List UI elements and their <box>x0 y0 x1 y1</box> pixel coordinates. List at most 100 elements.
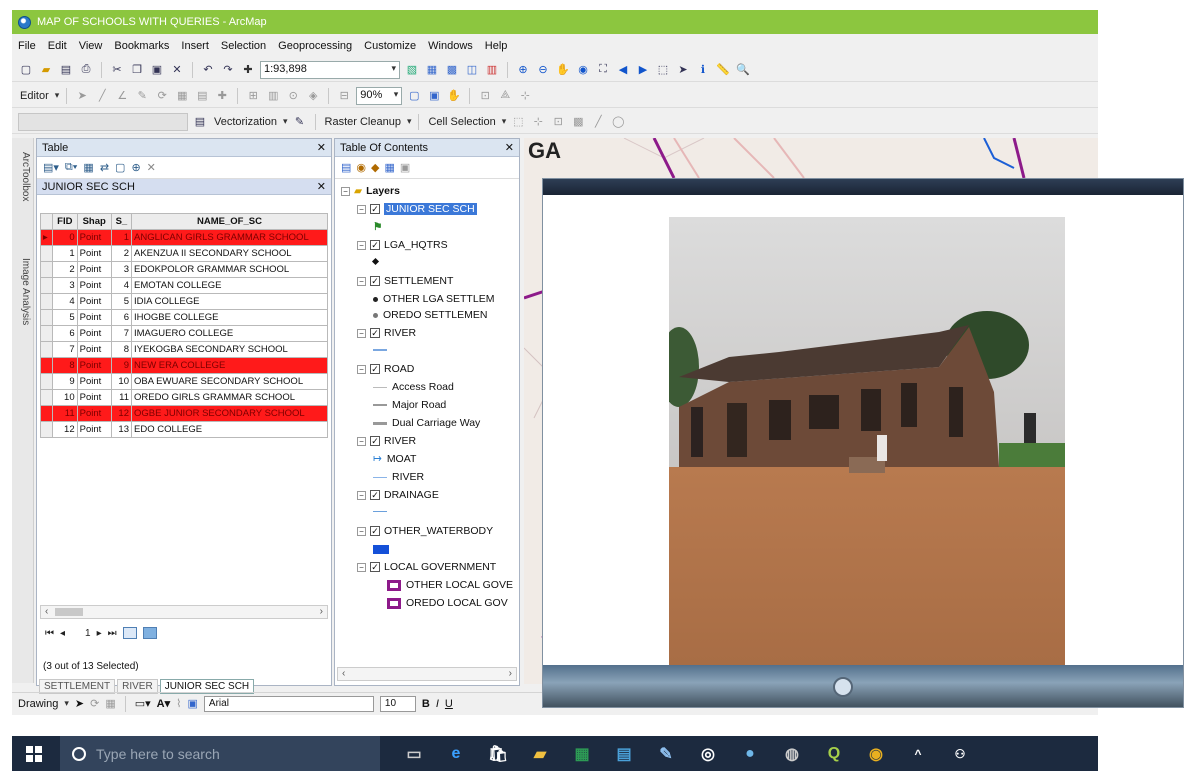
table-of-contents-icon[interactable]: ▦ <box>424 62 440 78</box>
toc-layer-label[interactable]: LGA_HQTRS <box>384 239 448 251</box>
create-features-icon[interactable]: ✚ <box>214 88 230 104</box>
toc-horizontal-scrollbar[interactable]: ‹ › <box>337 667 517 681</box>
line-tool-icon[interactable]: ╱ <box>590 114 606 130</box>
collapse-icon[interactable]: − <box>357 526 366 536</box>
drawing-menu[interactable]: Drawing <box>18 698 58 710</box>
toc-layer-other-waterbody[interactable]: − ✓ OTHER_WATERBODY <box>357 525 493 537</box>
table-options-icon[interactable]: ▤▾ <box>43 161 59 174</box>
menu-geoprocessing[interactable]: Geoprocessing <box>278 40 352 52</box>
row-selector[interactable] <box>40 293 53 310</box>
layout-zoom-icon[interactable]: ▣ <box>426 88 442 104</box>
toc-root-layers[interactable]: − ▰ Layers <box>341 185 400 197</box>
new-document-icon[interactable]: ▢ <box>18 62 34 78</box>
layout-page-icon[interactable]: ▢ <box>406 88 422 104</box>
print-icon[interactable]: ⎙ <box>78 62 94 78</box>
back-extent-icon[interactable]: ◀ <box>615 62 631 78</box>
column-header[interactable]: Shap <box>76 213 112 230</box>
identify-icon[interactable]: ℹ <box>695 62 711 78</box>
table-row[interactable]: 5 Point 6 IHOGBE COLLEGE <box>40 309 328 326</box>
bold-icon[interactable]: B <box>422 698 430 710</box>
layer-visibility-checkbox[interactable]: ✓ <box>370 436 380 446</box>
table-row[interactable]: 9 Point 10 OBA EWUARE SECONDARY SCHOOL <box>40 373 328 390</box>
collapse-icon[interactable]: − <box>357 436 366 446</box>
chevron-down-icon[interactable]: ▾ <box>502 116 507 127</box>
tray-overflow-icon[interactable]: ^ <box>908 744 928 764</box>
select-features-icon[interactable]: ⬚ <box>655 62 671 78</box>
menu-view[interactable]: View <box>79 40 103 52</box>
globe-app-icon[interactable]: ◍ <box>782 744 802 764</box>
toc-layer-local-government[interactable]: − ✓ LOCAL GOVERNMENT <box>357 561 496 573</box>
vectorization-menu[interactable]: Vectorization <box>212 116 279 128</box>
menu-selection[interactable]: Selection <box>221 40 266 52</box>
raster-painter-icon[interactable]: ✎ <box>292 114 308 130</box>
sketch-properties-icon[interactable]: ▤ <box>194 88 210 104</box>
row-selector[interactable] <box>40 261 53 278</box>
collapse-icon[interactable]: − <box>357 328 366 338</box>
raster-layer-field[interactable] <box>18 112 188 131</box>
row-selector[interactable] <box>40 245 53 262</box>
clear-selection-icon[interactable]: ▢ <box>115 161 125 174</box>
cut-icon[interactable]: ✂ <box>109 62 125 78</box>
chrome-icon[interactable]: ◉ <box>866 744 886 764</box>
pan-icon[interactable]: ✋ <box>555 62 571 78</box>
redo-icon[interactable]: ↷ <box>220 62 236 78</box>
close-icon[interactable]: ✕ <box>505 141 514 154</box>
column-header[interactable]: NAME_OF_SC <box>131 213 328 230</box>
layer-visibility-checkbox[interactable]: ✓ <box>370 364 380 374</box>
toc-layer-label[interactable]: RIVER <box>384 327 416 339</box>
font-name-field[interactable]: Arial <box>203 695 374 712</box>
search-window-icon[interactable]: ◫ <box>464 62 480 78</box>
chevron-down-icon[interactable]: ▾ <box>407 116 412 127</box>
switch-selection-icon[interactable]: ⇄ <box>100 161 109 174</box>
table-horizontal-scrollbar[interactable]: ‹ › <box>40 605 328 619</box>
select-by-attributes-icon[interactable]: ▦ <box>83 161 93 174</box>
select-cells-icon[interactable]: ⬚ <box>510 114 526 130</box>
record-number[interactable]: 1 <box>85 628 91 639</box>
collapse-icon[interactable]: − <box>357 204 366 214</box>
current-row-marker-icon[interactable]: ▸ <box>40 229 53 246</box>
column-header[interactable]: FID <box>52 213 78 230</box>
show-all-records-icon[interactable] <box>122 627 137 639</box>
catalog-icon[interactable]: ▩ <box>444 62 460 78</box>
font-size-field[interactable]: 10 <box>379 695 416 712</box>
effects-icon[interactable]: ◈ <box>305 88 321 104</box>
menu-bookmarks[interactable]: Bookmarks <box>114 40 169 52</box>
toc-options-icon[interactable]: ▣ <box>400 161 410 174</box>
edit-vertices-icon[interactable]: ⌇ <box>176 697 181 710</box>
chevron-down-icon[interactable]: ▾ <box>391 63 396 77</box>
undo-icon[interactable]: ↶ <box>200 62 216 78</box>
georeference-icon[interactable]: ⊞ <box>245 88 261 104</box>
scroll-right-icon[interactable]: › <box>320 606 323 618</box>
collapse-icon[interactable]: − <box>357 276 366 286</box>
menu-customize[interactable]: Customize <box>364 40 416 52</box>
toc-layer-label[interactable]: SETTLEMENT <box>384 275 453 287</box>
cell-selection-menu[interactable]: Cell Selection <box>426 116 497 128</box>
chevron-down-icon[interactable]: ▾ <box>55 90 60 101</box>
collapse-icon[interactable]: − <box>357 562 366 572</box>
table-row[interactable]: 6 Point 7 IMAGUERO COLLEGE <box>40 325 328 342</box>
spatial-adjust-icon[interactable]: ⊹ <box>517 88 533 104</box>
chevron-down-icon[interactable]: ▾ <box>64 698 69 709</box>
list-by-drawing-order-icon[interactable]: ▤ <box>341 161 351 174</box>
fixed-zoom-icon[interactable]: ⛶ <box>595 62 611 78</box>
select-elements-icon[interactable]: ➤ <box>675 62 691 78</box>
toc-layer-label[interactable]: LOCAL GOVERNMENT <box>384 561 496 573</box>
row-selector[interactable] <box>40 357 53 374</box>
select-elements-icon[interactable]: ➤ <box>75 697 84 710</box>
zoom-in-icon[interactable]: ⊕ <box>515 62 531 78</box>
menu-insert[interactable]: Insert <box>181 40 209 52</box>
row-selector[interactable] <box>40 373 53 390</box>
row-selector[interactable] <box>40 341 53 358</box>
zoom-out-icon[interactable]: ⊖ <box>535 62 551 78</box>
zoom-slider-handle[interactable] <box>833 677 853 697</box>
photo-viewer-window[interactable] <box>542 178 1184 708</box>
add-point-icon[interactable]: ⊙ <box>285 88 301 104</box>
delete-selected-icon[interactable]: ✕ <box>147 161 156 174</box>
collapse-icon[interactable]: − <box>341 186 350 196</box>
circle-tool-icon[interactable]: ◯ <box>610 114 626 130</box>
measure-icon[interactable]: 📏 <box>715 62 731 78</box>
toc-layer-settlement[interactable]: − ✓ SETTLEMENT <box>357 275 453 287</box>
scroll-left-icon[interactable]: ‹ <box>45 606 48 618</box>
toc-layer-label[interactable]: DRAINAGE <box>384 489 439 501</box>
close-icon[interactable]: ✕ <box>317 180 326 193</box>
